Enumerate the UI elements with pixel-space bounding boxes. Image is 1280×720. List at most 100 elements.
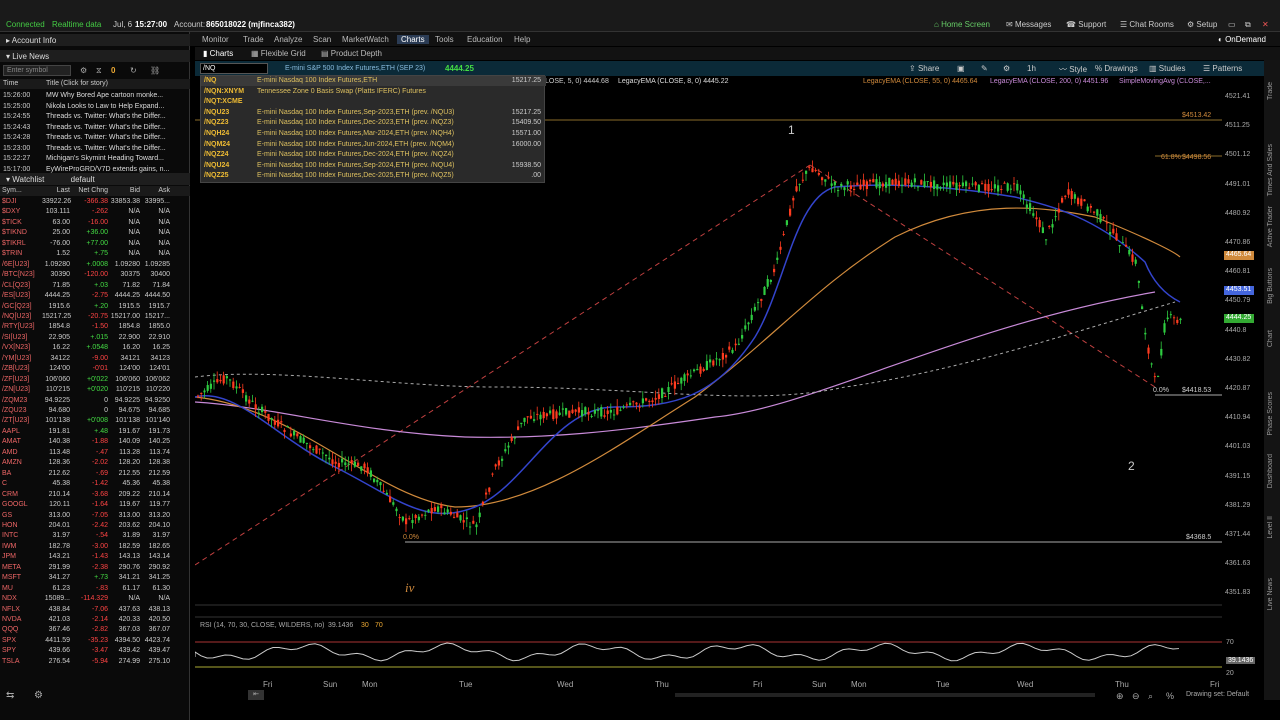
share-button[interactable]: ⇪ Share <box>909 64 939 73</box>
restore-icon[interactable]: ⧉ <box>1245 20 1251 30</box>
news-item[interactable]: 15:26:00 MW Why Bored Ape cartoon monke..… <box>0 91 190 101</box>
watchlist-row[interactable]: QQQ 367.46 -2.82 367.03 367.07 <box>0 625 190 635</box>
watchlist-row[interactable]: GS 313.00 -7.05 313.00 313.20 <box>0 511 190 521</box>
bottom-gear-icon[interactable]: ⚙ <box>34 690 43 701</box>
dropdown-option[interactable]: /NQM24 E-mini Nasdaq 100 Index Futures,Ju… <box>201 140 546 150</box>
sidebar-gadget-tab[interactable]: Phase Scores <box>1267 392 1274 436</box>
study-ema200[interactable]: LegacyEMA (CLOSE, 200, 0) 4451.96 <box>990 78 1108 85</box>
support-link[interactable]: ☎ Support <box>1066 20 1106 29</box>
watchlist-row[interactable]: /CL[Q23] 71.85 +.03 71.82 71.84 <box>0 281 190 291</box>
watchlist-row[interactable]: /ES[U23] 4444.25 -2.75 4444.25 4444.50 <box>0 291 190 301</box>
live-news-header[interactable]: ▾ Live News <box>0 50 190 62</box>
menu-marketwatch[interactable]: MarketWatch <box>342 35 389 44</box>
news-item[interactable]: 15:25:00 Nikola Looks to Law to Help Expa… <box>0 102 190 112</box>
menu-trade[interactable]: Trade <box>243 35 264 44</box>
tab-flexible-grid[interactable]: ▦ Flexible Grid <box>251 49 306 58</box>
watchlist-row[interactable]: /ZF[U23] 106'060 +0'022 106'060 106'062 <box>0 375 190 385</box>
watchlist-row[interactable]: /ZB[U23] 124'00 -0'01 124'00 124'01 <box>0 364 190 374</box>
dropdown-option[interactable]: /NQH24 E-mini Nasdaq 100 Index Futures,Ma… <box>201 129 546 139</box>
watchlist-row[interactable]: /ZN[U23] 110'215 +0'020 110'215 110'220 <box>0 385 190 395</box>
rsi-label[interactable]: RSI (14, 70, 30, CLOSE, WILDERS, no) <box>200 622 325 629</box>
save-icon[interactable]: ▣ <box>957 64 965 73</box>
dropdown-option[interactable]: /NQU23 E-mini Nasdaq 100 Index Futures,Se… <box>201 108 546 118</box>
setup-link[interactable]: ⚙ Setup <box>1187 20 1217 29</box>
watchlist-row[interactable]: /YM[U23] 34122 -9.00 34121 34123 <box>0 354 190 364</box>
menu-charts[interactable]: Charts <box>397 35 429 44</box>
watchlist-row[interactable]: AMAT 140.38 -1.88 140.09 140.25 <box>0 437 190 447</box>
news-item[interactable]: 15:22:27 Michigan's Skymint Heading Towar… <box>0 154 190 164</box>
scroll-to-start-icon[interactable]: ⇤ <box>248 690 264 700</box>
watchlist-row[interactable]: /6E[U23] 1.09280 +.0008 1.09280 1.09285 <box>0 260 190 270</box>
percent-icon[interactable]: % <box>1166 691 1174 701</box>
watchlist-row[interactable]: /VX[N23] 16.22 +.0548 16.20 16.25 <box>0 343 190 353</box>
account-info-header[interactable]: ▸ Account Info <box>0 34 190 46</box>
watchlist-row[interactable]: /SI[U23] 22.905 +.015 22.900 22.910 <box>0 333 190 343</box>
sidebar-gadget-tab[interactable]: Active Trader <box>1267 206 1274 247</box>
tab-charts[interactable]: ▮ Charts <box>203 49 233 58</box>
sidebar-gadget-tab[interactable]: Live News <box>1267 578 1274 610</box>
dropdown-option[interactable]: /NQ E-mini Nasdaq 100 Index Futures,ETH 15… <box>201 76 546 86</box>
dropdown-option[interactable]: /NQN:XNYM Tennessee Zone 0 Basis Swap (Pl… <box>201 87 546 97</box>
watchlist-row[interactable]: NDX 15089... -114.329 N/A N/A <box>0 594 190 604</box>
watchlist-row[interactable]: BA 212.62 -.69 212.55 212.59 <box>0 469 190 479</box>
account-number[interactable]: 865018022 (mjfinca382) <box>206 20 295 29</box>
menu-scan[interactable]: Scan <box>313 35 331 44</box>
menu-education[interactable]: Education <box>467 35 503 44</box>
filter-icon[interactable]: ⧖ <box>96 66 102 76</box>
watchlist-row[interactable]: $TRIN 1.52 +.75 N/A N/A <box>0 249 190 259</box>
drawing-set-label[interactable]: Drawing set: Default <box>1186 691 1249 698</box>
dropdown-option[interactable]: /NQZ24 E-mini Nasdaq 100 Index Futures,De… <box>201 150 546 160</box>
sidebar-gadget-tab[interactable]: Times And Sales <box>1267 144 1274 196</box>
watchlist-row[interactable]: /ZT[U23] 101'138 +0'008 101'138 101'140 <box>0 416 190 426</box>
study-ema5[interactable]: LOSE, 5, 0) 4444.68 <box>545 78 609 85</box>
news-item[interactable]: 15:24:43 Threads vs. Twitter: What's the … <box>0 123 190 133</box>
watchlist-row[interactable]: /NQ[U23] 15217.25 -20.75 15217.00 15217... <box>0 312 190 322</box>
horizontal-scrollbar[interactable] <box>675 693 1095 697</box>
draw-tool-icon[interactable]: ✎ <box>981 64 988 73</box>
watchlist-row[interactable]: /GC[Q23] 1915.6 +.20 1915.5 1915.7 <box>0 302 190 312</box>
symbol-input[interactable]: Enter symbol <box>3 65 71 76</box>
watchlist-row[interactable]: $TICK 63.00 -16.00 N/A N/A <box>0 218 190 228</box>
dropdown-option[interactable]: /NQT:XCME <box>201 97 546 107</box>
watchlist-row[interactable]: /ZQU23 94.680 0 94.675 94.685 <box>0 406 190 416</box>
search-icon[interactable]: ⌕ <box>1148 691 1153 702</box>
watchlist-row[interactable]: META 291.99 -2.38 290.76 290.92 <box>0 563 190 573</box>
watchlist-row[interactable]: GOOGL 120.11 -1.64 119.67 119.77 <box>0 500 190 510</box>
dropdown-option[interactable]: /NQU24 E-mini Nasdaq 100 Index Futures,Se… <box>201 161 546 171</box>
study-ema8[interactable]: LegacyEMA (CLOSE, 8, 0) 4445.22 <box>618 78 729 85</box>
news-item[interactable]: 15:24:55 Threads vs. Twitter: What's the … <box>0 112 190 122</box>
watchlist-row[interactable]: NFLX 438.84 -7.06 437.63 438.13 <box>0 605 190 615</box>
ondemand-button[interactable]: ◐ OnDemand <box>1218 35 1266 44</box>
watchlist-row[interactable]: MU 61.23 -.83 61.17 61.30 <box>0 584 190 594</box>
watchlist-row[interactable]: $DXY 103.111 -.262 N/A N/A <box>0 207 190 217</box>
studies-button[interactable]: ▥ Studies <box>1149 64 1185 73</box>
settings-gear-icon[interactable]: ⚙ <box>80 66 87 75</box>
news-item[interactable]: 15:23:00 Threads vs. Twitter: What's the … <box>0 144 190 154</box>
watchlist-header[interactable]: ▾ Watchlist default <box>0 173 190 185</box>
watchlist-row[interactable]: $TIKND 25.00 +36.00 N/A N/A <box>0 228 190 238</box>
sidebar-gadget-tab[interactable]: Big Buttons <box>1267 268 1274 304</box>
sidebar-gadget-tab[interactable]: Dashboard <box>1267 454 1274 488</box>
menu-tools[interactable]: Tools <box>435 35 454 44</box>
watchlist-row[interactable]: /ZQM23 94.9225 0 94.9225 94.9250 <box>0 396 190 406</box>
watchlist-row[interactable]: INTC 31.97 -.54 31.89 31.97 <box>0 531 190 541</box>
study-sma[interactable]: SimpleMovingAvg (CLOSE,... <box>1119 78 1211 85</box>
menu-help[interactable]: Help <box>514 35 530 44</box>
watchlist-row[interactable]: /BTC[N23] 30390 -120.00 30375 30400 <box>0 270 190 280</box>
chat-rooms-link[interactable]: ☰ Chat Rooms <box>1120 20 1174 29</box>
watchlist-row[interactable]: CRM 210.14 -3.68 209.22 210.14 <box>0 490 190 500</box>
watchlist-row[interactable]: MSFT 341.27 +.73 341.21 341.25 <box>0 573 190 583</box>
timeframe-button[interactable]: 1h <box>1027 64 1036 73</box>
style-button[interactable]: 〰 Style <box>1059 64 1087 75</box>
watchlist-row[interactable]: NVDA 421.03 -2.14 420.33 420.50 <box>0 615 190 625</box>
watchlist-row[interactable]: TSLA 276.54 -5.94 274.99 275.10 <box>0 657 190 667</box>
chart-symbol-input[interactable]: /NQ <box>200 63 268 74</box>
news-item[interactable]: 15:24:28 Threads vs. Twitter: What's the … <box>0 133 190 143</box>
watchlist-row[interactable]: HON 204.01 -2.42 203.62 204.10 <box>0 521 190 531</box>
dropdown-option[interactable]: /NQZ23 E-mini Nasdaq 100 Index Futures,De… <box>201 118 546 128</box>
watchlist-row[interactable]: AMZN 128.36 -2.02 128.20 128.38 <box>0 458 190 468</box>
sidebar-gadget-tab[interactable]: Level II <box>1267 516 1274 539</box>
watchlist-row[interactable]: IWM 182.78 -3.00 182.59 182.65 <box>0 542 190 552</box>
bottom-add-icon[interactable]: ⇆ <box>6 690 14 701</box>
zoom-out-icon[interactable]: ⊖ <box>1132 691 1140 702</box>
